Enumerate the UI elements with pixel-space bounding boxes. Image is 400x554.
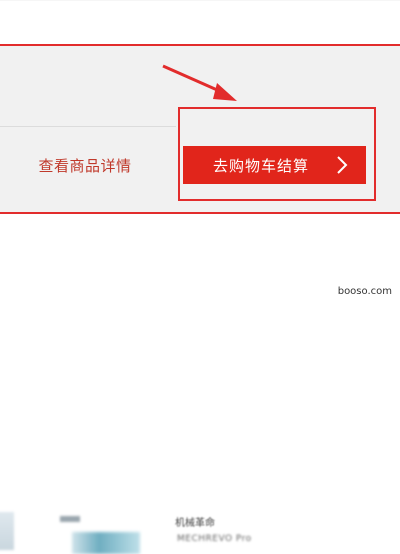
product-subtitle: MECHREVO Pro	[177, 534, 252, 544]
product-thumbnail-main[interactable]	[72, 532, 140, 554]
view-product-details-link[interactable]: 查看商品详情	[0, 146, 170, 184]
checkout-button[interactable]: 去购物车结算	[183, 146, 366, 184]
top-edge-line	[0, 0, 400, 1]
panel-divider	[0, 126, 176, 127]
product-thumbnail-small	[60, 516, 80, 522]
checkout-button-label: 去购物车结算	[213, 156, 310, 175]
chevron-right-icon	[337, 156, 348, 174]
watermark: booso.com	[333, 285, 396, 298]
product-thumbnail[interactable]	[0, 512, 14, 550]
product-title[interactable]: 机械革命	[175, 514, 215, 529]
